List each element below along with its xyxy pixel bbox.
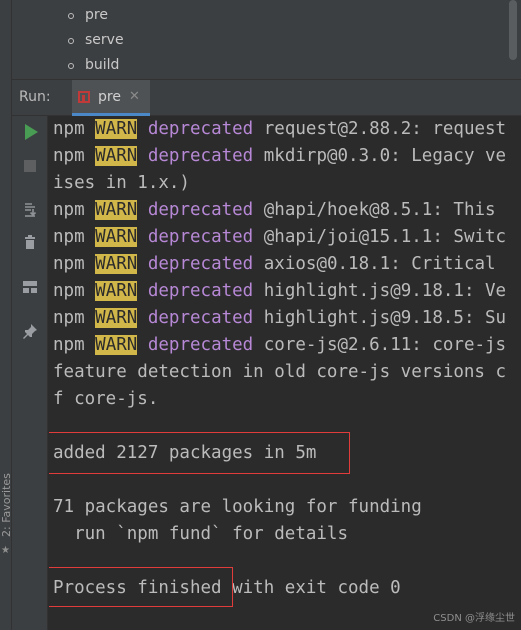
ide-window: 2: Favorites ★ pre serve build Run: pre … <box>0 0 521 630</box>
run-tool-header: Run: pre ✕ <box>12 80 521 116</box>
warn-badge: WARN <box>95 308 138 328</box>
script-item-pre[interactable]: pre <box>12 3 521 28</box>
warn-badge: WARN <box>95 146 138 166</box>
bullet-icon <box>68 13 74 19</box>
warn-badge: WARN <box>95 119 138 139</box>
highlight-box-added-packages <box>49 432 350 474</box>
console-line: npm WARN deprecated @hapi/joi@15.1.1: Sw… <box>53 227 507 247</box>
scripts-list: pre serve build <box>12 0 521 78</box>
console-line: npm WARN deprecated highlight.js@9.18.5:… <box>53 308 507 328</box>
star-icon[interactable]: ★ <box>1 545 10 556</box>
npm-scripts-panel: pre serve build <box>12 0 521 80</box>
console-line: run `npm fund` for details <box>53 524 349 544</box>
script-label: serve <box>85 32 124 48</box>
console-output: npm WARN deprecated request@2.88.2: requ… <box>49 116 521 630</box>
watermark: CSDN @浮缘尘世 <box>433 613 515 624</box>
warn-badge: WARN <box>95 335 138 355</box>
tab-label: pre <box>98 88 121 105</box>
scroll-to-end-icon[interactable] <box>22 202 38 218</box>
highlight-box-process-finished <box>49 567 233 607</box>
console-line: f core-js. <box>53 389 159 409</box>
play-icon[interactable] <box>25 124 38 140</box>
run-toolbar <box>12 116 48 630</box>
warn-badge: WARN <box>95 200 138 220</box>
warn-badge: WARN <box>95 254 138 274</box>
console-line: npm WARN deprecated @hapi/hoek@8.5.1: Th… <box>53 200 496 220</box>
close-icon[interactable]: ✕ <box>129 89 140 104</box>
script-label: pre <box>85 7 108 23</box>
stop-icon[interactable] <box>24 160 36 172</box>
console-line: npm WARN deprecated highlight.js@9.18.1:… <box>53 281 507 301</box>
script-item-build[interactable]: build <box>12 53 521 78</box>
trash-icon[interactable] <box>22 234 38 250</box>
layout-icon[interactable] <box>22 279 38 295</box>
scripts-scrollbar[interactable] <box>509 0 517 60</box>
script-label: build <box>85 57 120 73</box>
console-line: feature detection in old core-js version… <box>53 362 507 382</box>
console-line: npm WARN deprecated axios@0.18.1: Critic… <box>53 254 496 274</box>
script-item-serve[interactable]: serve <box>12 28 521 53</box>
console-line: npm WARN deprecated request@2.88.2: requ… <box>53 119 507 139</box>
console-line: npm WARN deprecated core-js@2.6.11: core… <box>53 335 507 355</box>
bullet-icon <box>68 63 74 69</box>
npm-icon <box>78 90 90 103</box>
console-line: 71 packages are looking for funding <box>53 497 422 517</box>
console-line: npm WARN deprecated mkdirp@0.3.0: Legacy… <box>53 146 507 166</box>
warn-badge: WARN <box>95 227 138 247</box>
console-line: ises in 1.x.) <box>53 173 190 193</box>
pin-icon[interactable] <box>22 323 38 339</box>
warn-badge: WARN <box>95 281 138 301</box>
tab-pre[interactable]: pre ✕ <box>72 80 150 116</box>
run-label: Run: <box>19 89 51 105</box>
left-tool-gutter: 2: Favorites ★ <box>0 0 13 630</box>
favorites-tool-label[interactable]: 2: Favorites <box>0 470 13 540</box>
bullet-icon <box>68 38 74 44</box>
